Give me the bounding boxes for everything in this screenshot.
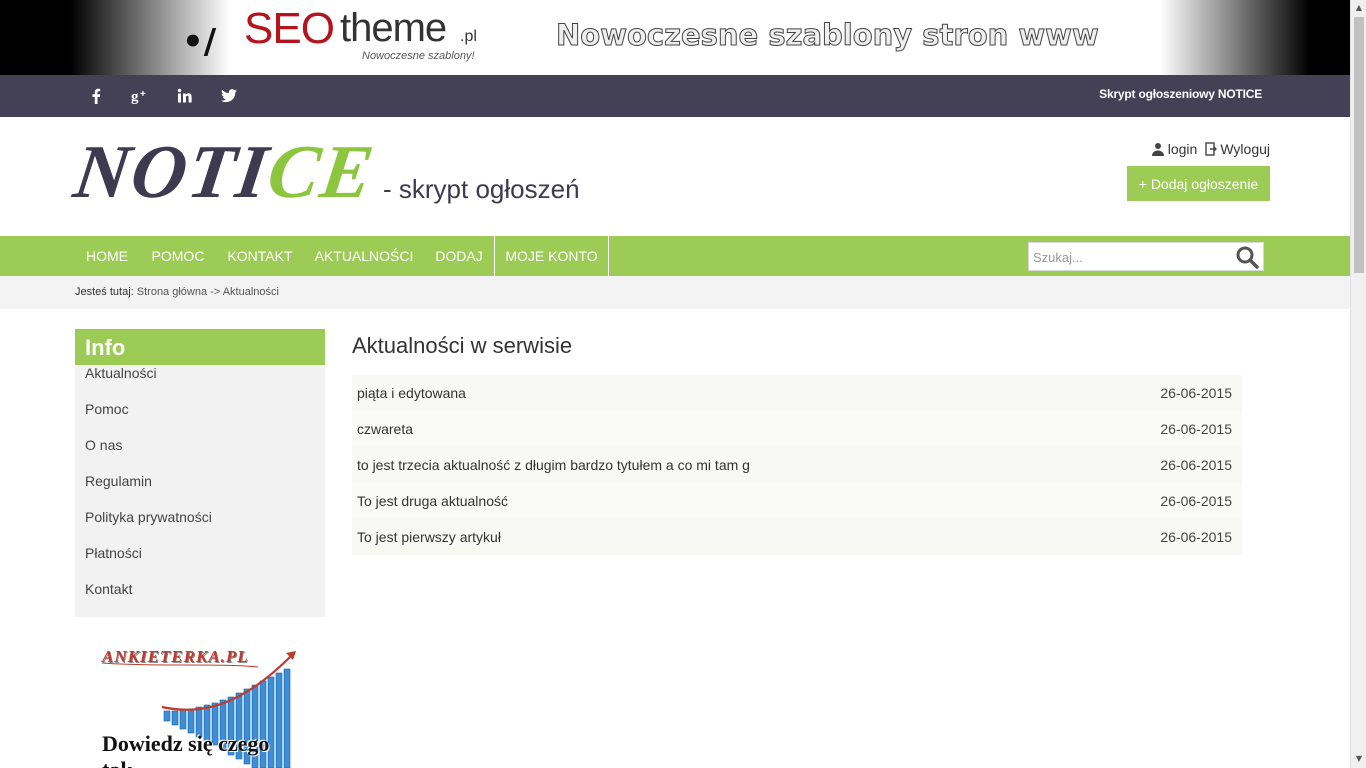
news-row: czwareta 26-06-2015 [352, 411, 1242, 447]
twitter-icon[interactable] [214, 75, 244, 117]
google-plus-icon[interactable]: g + [125, 75, 155, 117]
banner-slogan: Nowoczesne szablony stron www [556, 18, 1100, 53]
news-date: 26-06-2015 [1160, 457, 1232, 473]
news-list: piąta i edytowana 26-06-2015 czwareta 26… [352, 375, 1242, 555]
breadcrumb: Jesteś tutaj: Strona główna -> Aktualnoś… [75, 286, 279, 298]
nav-item-moje-konto[interactable]: MOJE KONTO [494, 236, 609, 276]
news-title-link[interactable]: To jest druga aktualność [357, 493, 508, 509]
seotheme-logo[interactable]: •/ SEO theme .pl Nowoczesne szablony! [180, 4, 500, 72]
breadcrumb-prefix: Jesteś tutaj: [75, 286, 134, 298]
scroll-thumb[interactable] [1354, 17, 1364, 273]
news-row: To jest druga aktualność 26-06-2015 [352, 483, 1242, 519]
news-date: 26-06-2015 [1160, 421, 1232, 437]
news-row: To jest pierwszy artykuł 26-06-2015 [352, 519, 1242, 555]
logo-subtitle: Nowoczesne szablony! [362, 50, 475, 62]
user-links: login Wyloguj [1151, 141, 1270, 157]
news-date: 26-06-2015 [1160, 493, 1232, 509]
logo-tagline: - skrypt ogłoszeń [383, 174, 580, 204]
logo-theme-text: theme [340, 6, 447, 50]
logo-seo-text: SEO [244, 4, 335, 53]
sidebar-item-platnosci[interactable]: Płatności [75, 545, 325, 581]
news-date: 26-06-2015 [1160, 385, 1232, 401]
news-title-link[interactable]: to jest trzecia aktualność z długim bard… [357, 457, 750, 473]
facebook-icon[interactable] [81, 75, 111, 117]
nav-item-pomoc[interactable]: POMOC [142, 236, 214, 276]
sidebar-item-regulamin[interactable]: Regulamin [75, 473, 325, 509]
ad-title: ANKIETERKA.PL [102, 647, 249, 666]
nav-item-kontakt[interactable]: KONTAKT [218, 236, 302, 276]
sidebar-item-polityka-prywatnosci[interactable]: Polityka prywatności [75, 509, 325, 545]
scroll-down-icon[interactable]: ▼ [1354, 754, 1364, 764]
social-bar: g + Skrypt ogłoszeniowy NOTICE [0, 75, 1350, 117]
linkedin-icon[interactable] [170, 75, 200, 117]
sidebar-item-kontakt[interactable]: Kontakt [75, 581, 325, 617]
sidebar-item-o-nas[interactable]: O nas [75, 437, 325, 473]
breadcrumb-bar: Jesteś tutaj: Strona główna -> Aktualnoś… [0, 276, 1350, 309]
add-listing-button[interactable]: + Dodaj ogłoszenie [1127, 166, 1270, 201]
breadcrumb-home-link[interactable]: Strona główna [137, 286, 207, 298]
search-input[interactable] [1033, 247, 1229, 267]
news-title-link[interactable]: To jest pierwszy artykuł [357, 529, 501, 545]
logo-pl-text: .pl [460, 28, 477, 45]
news-row: piąta i edytowana 26-06-2015 [352, 375, 1242, 411]
sidebar-title: Info [75, 329, 325, 365]
page: •/ SEO theme .pl Nowoczesne szablony! No… [0, 0, 1366, 768]
notice-logo: NOTICE [69, 130, 381, 214]
social-bar-title: Skrypt ogłoszeniowy NOTICE [1099, 87, 1262, 101]
search-icon[interactable] [1235, 245, 1259, 269]
user-icon [1151, 143, 1164, 156]
sidebar-item-aktualnosci[interactable]: Aktualności [75, 365, 325, 401]
site-logo[interactable]: NOTICE - skrypt ogłoszeń [69, 130, 595, 217]
search-box [1028, 242, 1264, 271]
login-link[interactable]: login [1151, 141, 1198, 157]
logout-label: Wyloguj [1220, 141, 1270, 157]
vertical-scrollbar[interactable]: ▲ ▼ [1350, 0, 1366, 768]
sidebar-item-pomoc[interactable]: Pomoc [75, 401, 325, 437]
news-title-link[interactable]: piąta i edytowana [357, 385, 466, 401]
nav-item-home[interactable]: HOME [76, 236, 138, 276]
page-title: Aktualności w serwisie [352, 333, 573, 358]
breadcrumb-current[interactable]: Aktualności [223, 286, 279, 298]
login-label: login [1167, 141, 1198, 157]
ankieterka-ad[interactable]: ANKIETERKA.PL Dowiedz się czego tak [98, 645, 303, 768]
seotheme-banner[interactable]: •/ SEO theme .pl Nowoczesne szablony! No… [0, 0, 1350, 75]
news-title-link[interactable]: czwareta [357, 421, 413, 437]
scroll-up-icon[interactable]: ▲ [1354, 3, 1364, 13]
logo-dots-icon: •/ [182, 22, 217, 62]
news-date: 26-06-2015 [1160, 529, 1232, 545]
logout-icon [1205, 142, 1218, 156]
news-row: to jest trzecia aktualność z długim bard… [352, 447, 1242, 483]
breadcrumb-separator: -> [210, 286, 221, 298]
ad-text: Dowiedz się czego tak [102, 731, 270, 768]
logout-link[interactable]: Wyloguj [1205, 141, 1270, 157]
svg-text:g: g [131, 89, 139, 104]
nav-item-aktualnosci[interactable]: AKTUALNOŚCI [306, 236, 422, 276]
svg-text:+: + [140, 89, 146, 100]
nav-item-dodaj[interactable]: DODAJ [426, 236, 492, 276]
sidebar: Info Aktualności Pomoc O nas Regulamin P… [75, 329, 325, 617]
